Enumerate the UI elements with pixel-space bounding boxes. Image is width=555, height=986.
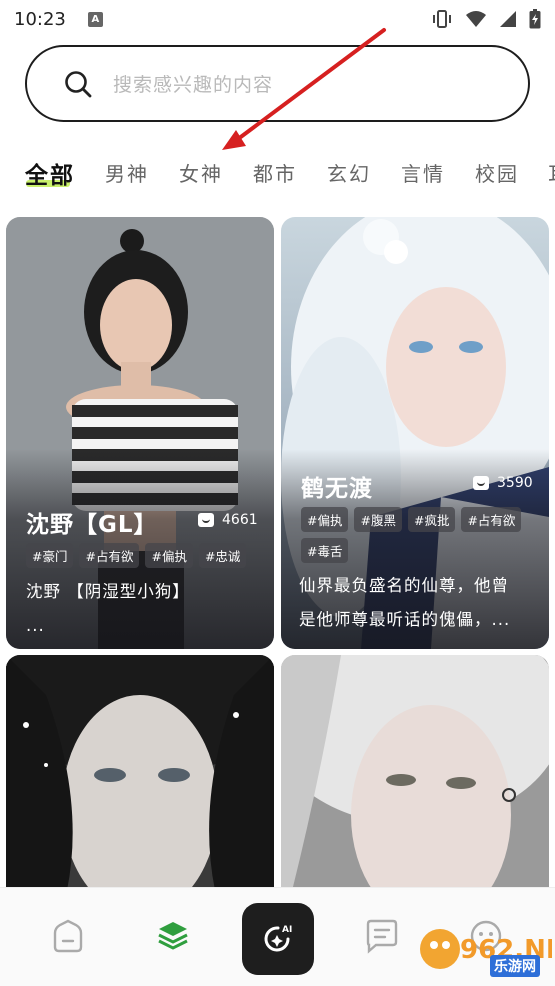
- card-desc-line: 沈野 【阴湿型小狗】: [26, 582, 190, 601]
- character-card[interactable]: 鹤无渡 3590 #偏执 #腹黑 #疯批 #占有欲 #毒舌 仙界最负盛名的仙尊，…: [281, 217, 549, 649]
- tag: #疯批: [407, 507, 456, 532]
- tag: #毒舌: [301, 538, 349, 563]
- tag: #占有欲: [79, 543, 140, 568]
- card-description: 沈野 【阴湿型小狗】 ...: [26, 575, 266, 643]
- tag: #占有欲: [461, 507, 522, 532]
- tab-male-god[interactable]: 男神: [105, 158, 149, 187]
- stack-icon[interactable]: [155, 918, 191, 954]
- character-card[interactable]: [6, 655, 274, 895]
- tag: #忠诚: [198, 543, 247, 568]
- card-title: 鹤无渡: [301, 476, 373, 502]
- message-icon[interactable]: [364, 918, 400, 954]
- chat-count-icon: [473, 476, 489, 490]
- watermark-subtext: 乐游网: [490, 955, 540, 977]
- chat-count-value: 3590: [497, 475, 533, 491]
- status-time: 10:23: [14, 8, 66, 30]
- character-image: [6, 655, 274, 895]
- search-icon: [65, 70, 92, 97]
- tag: #偏执: [301, 507, 349, 532]
- category-tabs: 全部 男神 女神 都市 玄幻 言情 校园 耳: [0, 150, 555, 200]
- chat-count: 4661: [198, 512, 258, 528]
- search-bar[interactable]: 搜索感兴趣的内容: [25, 45, 530, 122]
- character-card[interactable]: 沈野【GL】 4661 #豪门 #占有欲 #偏执 #忠诚 沈野 【阴湿型小狗】 …: [6, 217, 274, 649]
- ai-label: AI: [282, 925, 292, 935]
- tab-goddess[interactable]: 女神: [179, 158, 223, 187]
- chat-count: 3590: [473, 475, 533, 491]
- tag: #腹黑: [354, 507, 402, 532]
- card-tags: #豪门 #占有欲 #偏执 #忠诚: [26, 543, 266, 568]
- tab-fantasy[interactable]: 玄幻: [327, 158, 371, 187]
- search-input[interactable]: 搜索感兴趣的内容: [113, 70, 273, 97]
- card-description: 仙界最负盛名的仙尊，他曾 是他师尊最听话的傀儡，...: [299, 569, 544, 637]
- tab-urban[interactable]: 都市: [253, 158, 297, 187]
- signal-icon: [500, 11, 516, 27]
- chat-count-icon: [198, 513, 214, 527]
- character-image: [281, 655, 549, 895]
- character-card[interactable]: [281, 655, 549, 895]
- tag: #豪门: [26, 543, 74, 568]
- tag: #偏执: [145, 543, 193, 568]
- ai-create-button[interactable]: AI: [242, 903, 314, 975]
- card-desc-line: 仙界最负盛名的仙尊，他曾: [299, 576, 509, 595]
- wifi-icon: [466, 11, 486, 27]
- card-desc-line: 是他师尊最听话的傀儡，...: [299, 610, 511, 629]
- vibrate-icon: [433, 10, 451, 28]
- tab-all[interactable]: 全部: [25, 156, 75, 190]
- tab-campus[interactable]: 校园: [475, 158, 519, 187]
- battery-icon: [529, 9, 541, 29]
- chat-count-value: 4661: [222, 512, 258, 528]
- card-tags: #偏执 #腹黑 #疯批 #占有欲 #毒舌: [301, 507, 541, 563]
- status-bar: 10:23 A: [0, 0, 555, 38]
- card-title: 沈野【GL】: [26, 512, 158, 538]
- tab-more[interactable]: 耳: [548, 158, 555, 187]
- home-icon[interactable]: [50, 918, 86, 954]
- status-icons: [431, 9, 541, 29]
- ai-create-icon: AI: [264, 925, 292, 952]
- card-desc-line: ...: [26, 616, 45, 635]
- app-notification-icon: A: [87, 11, 103, 27]
- tab-romance[interactable]: 言情: [401, 158, 445, 187]
